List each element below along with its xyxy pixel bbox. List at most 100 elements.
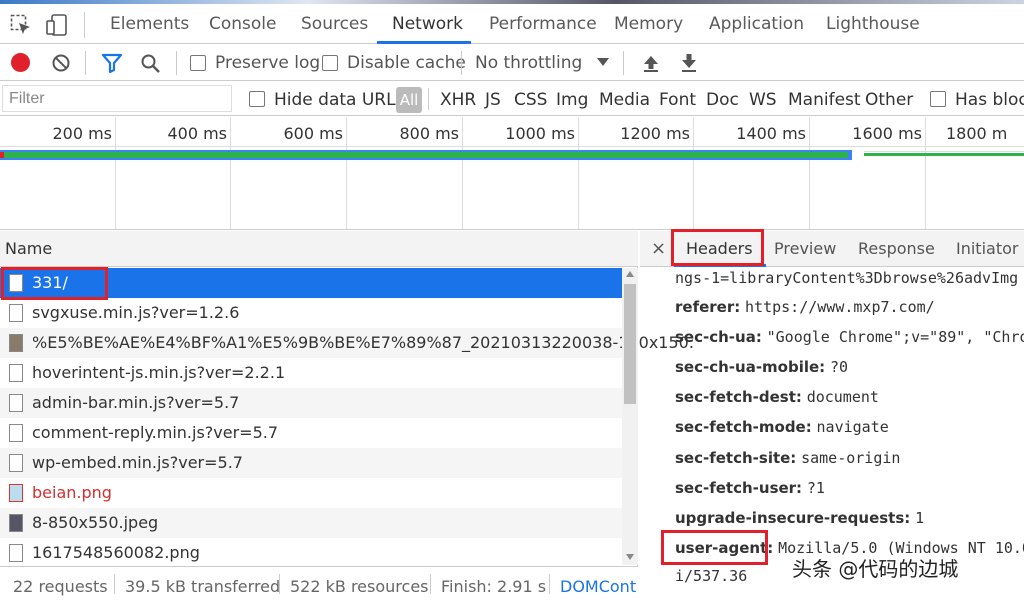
request-list: Name 331/ svgxuse.min.js?ver=1.2.6 %E5%B… xyxy=(0,231,694,568)
request-row[interactable]: hoverintent-js.min.js?ver=2.2.1 xyxy=(0,358,622,388)
document-icon xyxy=(9,454,23,472)
header-row: upgrade-insecure-requests: 1 xyxy=(675,509,925,527)
tab-memory[interactable]: Memory xyxy=(614,14,683,34)
tab-performance[interactable]: Performance xyxy=(489,14,597,34)
hide-data-urls-label: Hide data URLs xyxy=(274,90,405,110)
document-icon xyxy=(9,544,23,562)
timeline-tick: 800 ms xyxy=(399,124,459,143)
header-row-continuation: i/537.36 xyxy=(675,567,748,585)
export-har-icon[interactable] xyxy=(679,53,699,77)
status-domcontentloaded: DOMCont xyxy=(560,577,637,596)
filter-type-manifest[interactable]: Manifest xyxy=(788,90,861,110)
document-icon xyxy=(9,364,23,382)
filter-type-other[interactable]: Other xyxy=(865,90,913,110)
request-row[interactable]: beian.png xyxy=(0,478,622,508)
name-header-label: Name xyxy=(5,239,53,258)
scrollbar-thumb[interactable] xyxy=(624,284,636,404)
request-row[interactable]: admin-bar.min.js?ver=5.7 xyxy=(0,388,622,418)
tab-console[interactable]: Console xyxy=(209,14,277,34)
tab-application[interactable]: Application xyxy=(709,14,804,34)
header-row: sec-fetch-user: ?1 xyxy=(675,479,825,497)
image-icon xyxy=(9,334,23,352)
timeline-tick: 1600 ms xyxy=(852,124,922,143)
tab-initiator[interactable]: Initiator xyxy=(956,239,1018,258)
has-blocked-checkbox[interactable] xyxy=(930,91,946,107)
timeline-tick: 1200 ms xyxy=(620,124,690,143)
request-detail-pane: × Headers Preview Response Initiator ngs… xyxy=(640,229,1024,600)
image-icon xyxy=(9,484,23,502)
tab-sources[interactable]: Sources xyxy=(301,14,368,34)
filter-row: Filter Hide data URLs All XHR JS CSS Img… xyxy=(0,82,1024,116)
request-row[interactable]: svgxuse.min.js?ver=1.2.6 xyxy=(0,298,622,328)
device-toggle-icon[interactable] xyxy=(46,14,70,40)
request-name: %E5%BE%AE%E4%BF%A1%E5%9B%BE%E7%89%87_202… xyxy=(32,333,694,352)
filter-input[interactable]: Filter xyxy=(2,85,232,112)
inspect-icon[interactable] xyxy=(10,14,32,40)
timeline-overview[interactable]: 200 ms 400 ms 600 ms 800 ms 1000 ms 1200… xyxy=(0,117,1024,230)
tab-lighthouse[interactable]: Lighthouse xyxy=(826,14,920,34)
request-name: hoverintent-js.min.js?ver=2.2.1 xyxy=(32,363,286,382)
request-row[interactable]: comment-reply.min.js?ver=5.7 xyxy=(0,418,622,448)
disable-cache-label: Disable cache xyxy=(347,53,466,73)
timeline-tick: 600 ms xyxy=(283,124,343,143)
filter-icon[interactable] xyxy=(101,53,123,77)
filter-type-js[interactable]: JS xyxy=(485,90,501,110)
request-name-error: beian.png xyxy=(32,483,112,502)
search-icon[interactable] xyxy=(140,53,162,79)
filter-type-font[interactable]: Font xyxy=(659,90,696,110)
request-name: wp-embed.min.js?ver=5.7 xyxy=(32,453,243,472)
filter-type-doc[interactable]: Doc xyxy=(706,90,739,110)
preserve-log-checkbox[interactable] xyxy=(190,55,206,71)
import-har-icon[interactable] xyxy=(641,53,661,77)
filter-type-img[interactable]: Img xyxy=(556,90,588,110)
highlight-box-headers-tab xyxy=(671,229,764,266)
status-resources: 522 kB resources xyxy=(290,577,429,596)
tab-elements[interactable]: Elements xyxy=(110,14,189,34)
document-icon xyxy=(9,304,23,322)
request-name: admin-bar.min.js?ver=5.7 xyxy=(32,393,240,412)
image-icon xyxy=(9,514,23,532)
devtools-tab-bar: Elements Console Sources Network Perform… xyxy=(0,4,1024,44)
request-row[interactable]: wp-embed.min.js?ver=5.7 xyxy=(0,448,622,478)
filter-type-css[interactable]: CSS xyxy=(514,90,547,110)
filter-type-xhr[interactable]: XHR xyxy=(440,90,476,110)
record-icon[interactable] xyxy=(11,53,30,72)
network-toolbar: Preserve log Disable cache No throttling xyxy=(0,45,1024,81)
tab-preview[interactable]: Preview xyxy=(774,239,836,258)
header-row: sec-fetch-site: same-origin xyxy=(675,449,901,467)
request-list-scrollbar[interactable] xyxy=(622,268,638,565)
disable-cache-checkbox[interactable] xyxy=(322,55,338,71)
tab-response[interactable]: Response xyxy=(858,239,935,258)
timeline-tick: 1000 ms xyxy=(505,124,575,143)
request-name: svgxuse.min.js?ver=1.2.6 xyxy=(32,303,240,322)
active-tab-indicator xyxy=(377,41,471,44)
tab-network[interactable]: Network xyxy=(392,14,463,34)
request-name: comment-reply.min.js?ver=5.7 xyxy=(32,423,279,442)
throttling-select[interactable]: No throttling xyxy=(475,53,582,73)
request-row[interactable]: %E5%BE%AE%E4%BF%A1%E5%9B%BE%E7%89%87_202… xyxy=(0,328,694,358)
header-row: sec-ch-ua-mobile: ?0 xyxy=(675,358,849,376)
status-requests: 22 requests xyxy=(13,577,108,596)
hide-data-urls-checkbox[interactable] xyxy=(249,91,265,107)
dropdown-arrow-icon[interactable] xyxy=(597,58,609,66)
header-row: ngs-1=libraryContent%3Dbrowse%26advImg xyxy=(675,269,1019,287)
name-column-header[interactable]: Name xyxy=(0,231,638,267)
timeline-tick: 1800 m xyxy=(946,124,1008,143)
request-row[interactable]: 8-850x550.jpeg xyxy=(0,508,622,538)
document-icon xyxy=(9,424,23,442)
filter-type-media[interactable]: Media xyxy=(599,90,650,110)
status-finish: Finish: 2.91 s xyxy=(441,577,547,596)
request-row[interactable]: 1617548560082.png xyxy=(0,538,622,568)
timeline-tick: 200 ms xyxy=(52,124,112,143)
header-row: sec-ch-ua: "Google Chrome";v="89", "Chro xyxy=(675,328,1024,346)
close-icon[interactable]: × xyxy=(651,238,666,259)
clear-icon[interactable] xyxy=(51,53,71,77)
timeline-tick: 400 ms xyxy=(167,124,227,143)
request-name: 1617548560082.png xyxy=(32,543,200,562)
header-row: referer: https://www.mxp7.com/ xyxy=(675,298,935,316)
filter-type-ws[interactable]: WS xyxy=(749,90,777,110)
status-bar: 22 requests 39.5 kB transferred 522 kB r… xyxy=(0,566,638,600)
highlight-box-selected-row xyxy=(1,267,108,300)
document-icon xyxy=(9,394,23,412)
filter-type-all[interactable]: All xyxy=(396,87,422,113)
